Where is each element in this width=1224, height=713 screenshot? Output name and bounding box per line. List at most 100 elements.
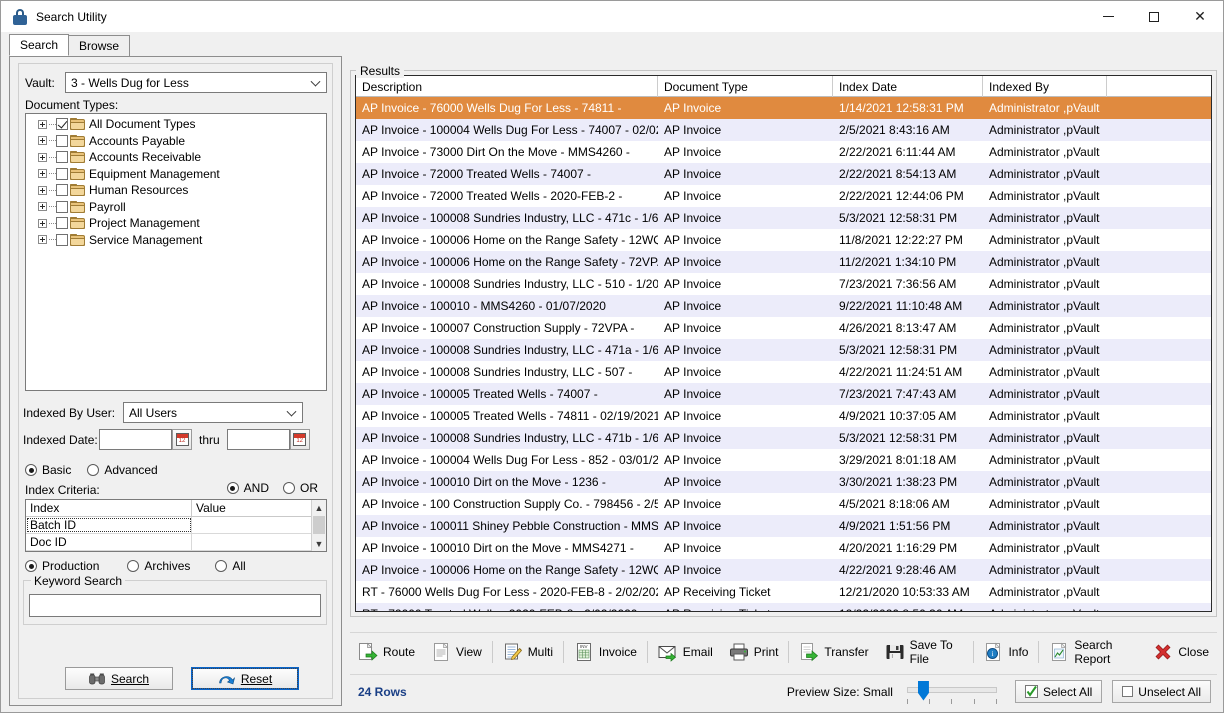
tree-node[interactable]: Payroll bbox=[26, 199, 326, 216]
criteria-index-cell[interactable]: Batch ID bbox=[26, 517, 192, 533]
tree-checkbox[interactable] bbox=[56, 151, 68, 164]
toolbar-button-view[interactable]: View bbox=[423, 636, 490, 668]
table-row[interactable]: AP Invoice - 100008 Sundries Industry, L… bbox=[356, 339, 1211, 361]
criteria-value-cell[interactable] bbox=[192, 534, 312, 550]
preview-size-slider[interactable] bbox=[906, 680, 997, 704]
tree-checkbox[interactable] bbox=[56, 184, 68, 197]
table-row[interactable]: AP Invoice - 100004 Wells Dug For Less -… bbox=[356, 449, 1211, 471]
minimize-button[interactable] bbox=[1085, 1, 1131, 32]
search-button[interactable]: Search bbox=[65, 667, 173, 690]
slider-thumb[interactable] bbox=[917, 680, 929, 701]
column-header-index-date[interactable]: Index Date bbox=[833, 76, 983, 97]
expand-icon[interactable] bbox=[38, 235, 47, 245]
expand-icon[interactable] bbox=[38, 202, 47, 212]
expand-icon[interactable] bbox=[38, 136, 47, 146]
table-row[interactable]: AP Invoice - 100005 Treated Wells - 7400… bbox=[356, 383, 1211, 405]
table-row[interactable]: AP Invoice - 72000 Treated Wells - 74007… bbox=[356, 163, 1211, 185]
radio-archives[interactable]: Archives bbox=[127, 559, 190, 573]
table-row[interactable]: AP Invoice - 100008 Sundries Industry, L… bbox=[356, 427, 1211, 449]
table-row[interactable]: AP Invoice - 100008 Sundries Industry, L… bbox=[356, 207, 1211, 229]
toolbar-button-invoice[interactable]: INV Invoice bbox=[566, 636, 645, 668]
tab-search[interactable]: Search bbox=[9, 34, 70, 56]
results-grid[interactable]: Description Document Type Index Date Ind… bbox=[355, 75, 1212, 612]
toolbar-button-info[interactable]: i Info bbox=[975, 636, 1036, 668]
radio-or[interactable]: OR bbox=[283, 481, 318, 495]
table-row[interactable]: AP Invoice - 72000 Treated Wells - 2020-… bbox=[356, 185, 1211, 207]
table-row[interactable]: AP Invoice - 100008 Sundries Industry, L… bbox=[356, 361, 1211, 383]
indexed-date-from-input[interactable] bbox=[99, 429, 172, 450]
criteria-scrollbar[interactable]: ▲ ▼ bbox=[311, 500, 326, 551]
tree-checkbox[interactable] bbox=[56, 217, 68, 230]
table-row[interactable]: RT - 76000 Wells Dug For Less - 2020-FEB… bbox=[356, 581, 1211, 603]
index-criteria-grid[interactable]: Index Value Batch ID Doc ID ▲ ▼ bbox=[25, 499, 327, 552]
table-row[interactable]: AP Invoice - 100010 - MMS4260 - 01/07/20… bbox=[356, 295, 1211, 317]
tree-checkbox[interactable] bbox=[56, 118, 68, 131]
scrollbar-thumb[interactable] bbox=[313, 516, 325, 534]
radio-all[interactable]: All bbox=[215, 559, 246, 573]
table-row[interactable]: AP Invoice - 100006 Home on the Range Sa… bbox=[356, 251, 1211, 273]
indexed-date-to-input[interactable] bbox=[226, 429, 290, 450]
column-header-indexed-by[interactable]: Indexed By bbox=[983, 76, 1107, 97]
unselect-all-button[interactable]: Unselect All bbox=[1112, 680, 1211, 703]
toolbar-button-search-report[interactable]: Search Report bbox=[1041, 636, 1145, 668]
expand-icon[interactable] bbox=[38, 185, 47, 195]
table-row[interactable]: RT - 72000 Treated Wells - 2020-FEB-8 - … bbox=[356, 603, 1211, 611]
table-row[interactable]: AP Invoice - 100010 Dirt on the Move - M… bbox=[356, 537, 1211, 559]
radio-and[interactable]: AND bbox=[226, 481, 269, 495]
toolbar-button-save-to-file[interactable]: I Save To File bbox=[877, 636, 971, 668]
tree-node[interactable]: Accounts Payable bbox=[26, 133, 326, 150]
expand-icon[interactable] bbox=[38, 169, 47, 179]
table-row[interactable]: AP Invoice - 100007 Construction Supply … bbox=[356, 317, 1211, 339]
toolbar-button-close[interactable]: Close bbox=[1145, 636, 1217, 668]
tree-checkbox[interactable] bbox=[56, 233, 68, 246]
table-row[interactable]: AP Invoice - 73000 Dirt On the Move - MM… bbox=[356, 141, 1211, 163]
tree-node[interactable]: Equipment Management bbox=[26, 166, 326, 183]
toolbar-button-print[interactable]: Print bbox=[721, 636, 787, 668]
table-row[interactable]: AP Invoice - 100 Construction Supply Co.… bbox=[356, 493, 1211, 515]
tree-checkbox[interactable] bbox=[56, 200, 68, 213]
toolbar-button-route[interactable]: Route bbox=[350, 636, 423, 668]
keyword-search-input[interactable] bbox=[29, 594, 321, 617]
criteria-value-cell[interactable] bbox=[192, 517, 312, 533]
document-types-tree[interactable]: All Document Types Accounts Payable Acco… bbox=[25, 113, 327, 391]
tree-node[interactable]: Accounts Receivable bbox=[26, 149, 326, 166]
table-row[interactable]: AP Invoice - 100010 Dirt on the Move - 1… bbox=[356, 471, 1211, 493]
criteria-row[interactable]: Doc ID bbox=[26, 534, 326, 551]
table-row[interactable]: AP Invoice - 100006 Home on the Range Sa… bbox=[356, 229, 1211, 251]
toolbar-button-transfer[interactable]: Transfer bbox=[791, 636, 876, 668]
column-header-description[interactable]: Description bbox=[356, 76, 658, 97]
table-row[interactable]: AP Invoice - 100008 Sundries Industry, L… bbox=[356, 273, 1211, 295]
expand-icon[interactable] bbox=[38, 119, 47, 129]
indexed-by-user-select[interactable]: All Users bbox=[123, 402, 303, 423]
tab-browse[interactable]: Browse bbox=[68, 35, 131, 56]
tree-node[interactable]: Project Management bbox=[26, 215, 326, 232]
table-row[interactable]: AP Invoice - 100005 Treated Wells - 7481… bbox=[356, 405, 1211, 427]
maximize-button[interactable] bbox=[1131, 1, 1177, 32]
radio-production[interactable]: Production bbox=[25, 559, 99, 573]
scroll-up-icon[interactable]: ▲ bbox=[315, 500, 324, 515]
table-row[interactable]: AP Invoice - 76000 Wells Dug For Less - … bbox=[356, 97, 1211, 119]
criteria-index-cell[interactable]: Doc ID bbox=[26, 534, 192, 550]
tree-node[interactable]: Service Management bbox=[26, 232, 326, 249]
calendar-from-button[interactable] bbox=[172, 429, 192, 450]
radio-advanced[interactable]: Advanced bbox=[87, 463, 158, 477]
calendar-to-button[interactable] bbox=[289, 429, 310, 450]
tree-checkbox[interactable] bbox=[56, 167, 68, 180]
tree-checkbox[interactable] bbox=[56, 134, 68, 147]
vault-select[interactable]: 3 - Wells Dug for Less bbox=[65, 72, 327, 93]
column-header-document-type[interactable]: Document Type bbox=[658, 76, 833, 97]
toolbar-button-multi[interactable]: Multi bbox=[495, 636, 561, 668]
expand-icon[interactable] bbox=[38, 152, 47, 162]
reset-button[interactable]: Reset bbox=[191, 667, 299, 690]
tree-node[interactable]: Human Resources bbox=[26, 182, 326, 199]
scroll-down-icon[interactable]: ▼ bbox=[315, 536, 324, 551]
close-button[interactable]: ✕ bbox=[1177, 1, 1223, 32]
criteria-row[interactable]: Batch ID bbox=[26, 517, 326, 534]
table-row[interactable]: AP Invoice - 100006 Home on the Range Sa… bbox=[356, 559, 1211, 581]
table-row[interactable]: AP Invoice - 100004 Wells Dug For Less -… bbox=[356, 119, 1211, 141]
tree-node[interactable]: All Document Types bbox=[26, 116, 326, 133]
radio-basic[interactable]: Basic bbox=[25, 463, 71, 477]
select-all-button[interactable]: Select All bbox=[1014, 680, 1103, 703]
table-row[interactable]: AP Invoice - 100011 Shiney Pebble Constr… bbox=[356, 515, 1211, 537]
expand-icon[interactable] bbox=[38, 218, 47, 228]
